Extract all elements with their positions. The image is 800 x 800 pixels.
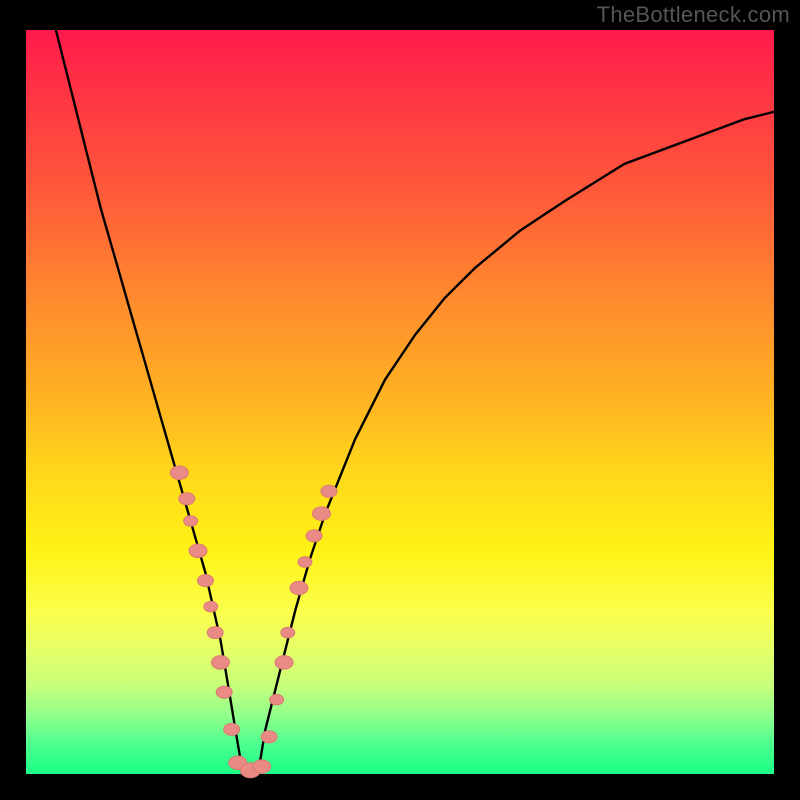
curve-marker <box>253 760 271 774</box>
curve-marker <box>298 557 312 568</box>
chart-frame <box>26 30 774 774</box>
curve-path <box>56 30 774 774</box>
chart-svg <box>26 30 774 774</box>
curve-marker <box>270 694 284 705</box>
curve-marker <box>198 575 214 587</box>
curve-marker <box>306 530 322 542</box>
curve-marker <box>212 656 230 670</box>
curve-marker <box>321 485 337 497</box>
curve-marker <box>170 466 188 480</box>
curve-marker <box>224 723 240 735</box>
watermark-text: TheBottleneck.com <box>597 2 790 28</box>
curve-marker <box>313 507 331 520</box>
curve-marker <box>184 516 198 527</box>
curve-marker <box>189 544 207 558</box>
curve-markers <box>170 466 337 778</box>
curve-marker <box>281 627 295 638</box>
curve-marker <box>179 493 195 505</box>
curve-marker <box>261 731 277 743</box>
bottleneck-curve <box>56 30 774 774</box>
curve-marker <box>290 581 308 595</box>
curve-marker <box>204 601 218 612</box>
curve-marker <box>275 656 293 670</box>
curve-marker <box>207 627 223 639</box>
curve-marker <box>216 686 232 698</box>
